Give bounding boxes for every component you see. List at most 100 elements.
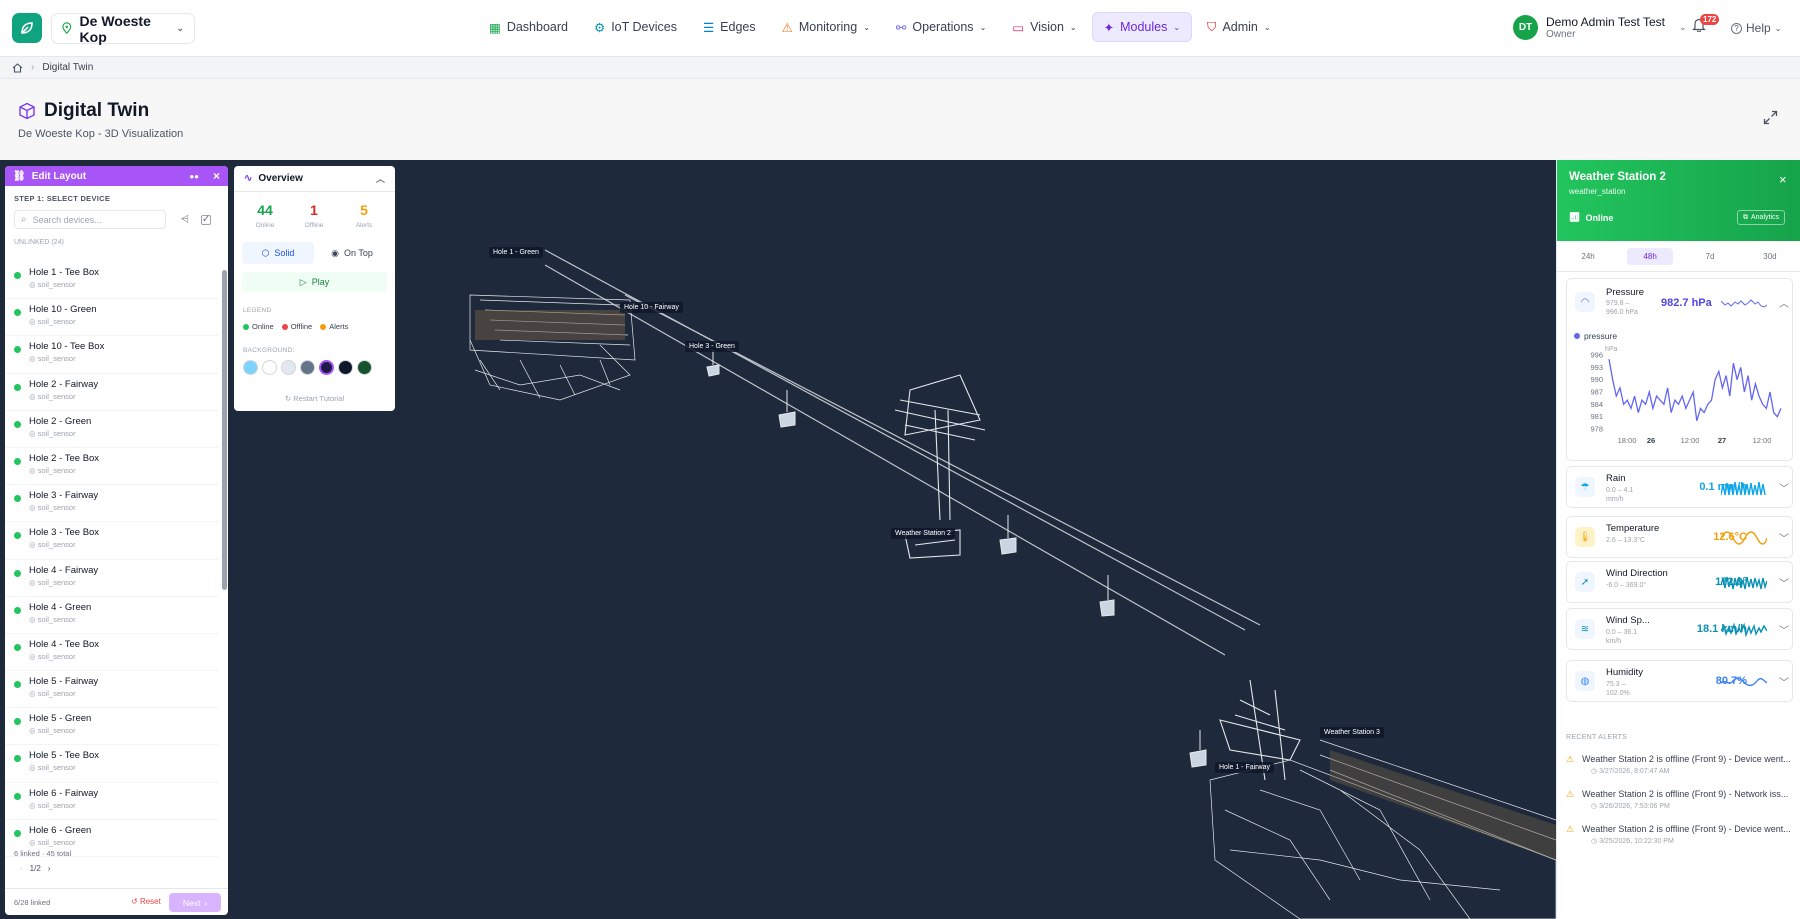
external-link-icon: ⧉ [1743,213,1748,221]
device-type: ◎ soil_sensor [29,652,219,661]
nav-dashboard[interactable]: ▦ Dashboard [478,12,579,42]
sensor-icon: ◎ [29,317,36,327]
chevron-down-icon[interactable]: ﹀ [1779,530,1789,545]
sensor-icon: ◎ [29,465,36,475]
chevron-down-icon[interactable]: ﹀ [1779,674,1789,689]
nav-modules[interactable]: ✦ Modules ⌄ [1091,12,1193,42]
scene-label[interactable]: Hole 1 - Fairway [1215,762,1274,773]
device-name: Hole 3 - Fairway [29,490,99,502]
pressure-card[interactable]: ◠ Pressure 979.8 – 996.0 hPa 982.7 hPa ︿… [1566,278,1793,461]
nav-edges[interactable]: ☰ Edges [692,12,767,42]
metric-card[interactable]: ◍ Humidity 75.3 – 102.0% 80.7% ﹀ [1566,660,1793,702]
expand-icon[interactable] [1763,110,1778,125]
close-icon[interactable]: × [213,169,220,183]
device-list-item[interactable]: Hole 3 - Fairway ◎ soil_sensor [5,485,219,523]
next-page-icon[interactable]: › [48,864,51,873]
site-selector[interactable]: De Woeste Kop ⌄ [51,13,195,45]
device-name: Hole 4 - Tee Box [29,638,100,650]
device-list-item[interactable]: Hole 10 - Tee Box ◎ soil_sensor [5,336,219,374]
chevron-up-icon[interactable]: ︿ [376,172,385,185]
background-swatch[interactable] [243,360,258,375]
x-tick-label: 12:00 [1681,436,1700,445]
metric-card[interactable]: 🌡︎ Temperature 2.6 – 13.3°C 12.6°C ﹀ [1566,516,1793,558]
device-detail-header: Weather Station 2 weather_station × 📶︎ On… [1557,160,1800,241]
background-swatch[interactable] [281,360,296,375]
device-list-item[interactable]: Hole 3 - Tee Box ◎ soil_sensor [5,522,219,560]
scene-label[interactable]: Hole 1 - Green [489,247,543,258]
sensor-icon: ◎ [29,837,36,847]
next-button[interactable]: Next › [169,893,221,912]
background-swatch[interactable] [262,360,277,375]
chevron-up-icon[interactable]: ︿ [1779,295,1789,310]
device-list-item[interactable]: Hole 2 - Green ◎ soil_sensor [5,411,219,448]
home-icon[interactable] [12,62,23,73]
tab-30d[interactable]: 30d [1747,248,1792,265]
device-list-item[interactable]: Hole 4 - Fairway ◎ soil_sensor [5,560,219,597]
device-list-item[interactable]: Hole 5 - Fairway ◎ soil_sensor [5,671,219,709]
device-list-item[interactable]: Hole 5 - Green ◎ soil_sensor [5,708,219,746]
background-swatch[interactable] [338,360,353,375]
device-type-label: soil_sensor [37,428,76,438]
status-dot-icon [14,718,21,726]
device-list-item[interactable]: Hole 1 - Tee Box ◎ soil_sensor [5,262,219,300]
device-name: Hole 6 - Fairway [29,787,99,799]
station-roof-2 [1330,750,1556,860]
device-list-item[interactable]: Hole 10 - Green ◎ soil_sensor [5,299,219,337]
device-name: Hole 2 - Fairway [29,378,99,390]
alert-dot-icon [320,323,327,330]
device-list-item[interactable]: Hole 2 - Tee Box ◎ soil_sensor [5,448,219,486]
select-all-icon[interactable]: ✓ [201,214,211,225]
overview-header[interactable]: ∿ Overview ︿ [234,166,395,192]
scene-label[interactable]: Hole 3 - Green [685,341,739,352]
tab-7d[interactable]: 7d [1690,248,1731,265]
background-swatch[interactable] [300,360,315,375]
nav-operations[interactable]: ⚯ Operations ⌄ [885,12,997,42]
restart-tutorial-button[interactable]: ↻ Restart Tutorial [234,394,395,403]
device-list-item[interactable]: Hole 4 - Tee Box ◎ soil_sensor [5,634,219,672]
alert-item[interactable]: ⚠ Weather Station 2 is offline (Front 9) … [1566,789,1793,810]
scrollbar-thumb[interactable] [222,270,227,590]
chevron-down-icon[interactable]: ﹀ [1779,480,1789,495]
metric-card[interactable]: ≋ Wind Sp... 0.0 – 36.1 km/h 18.1 km/h ﹀ [1566,608,1793,650]
scene-label[interactable]: Hole 10 - Fairway [620,302,683,313]
nav-vision[interactable]: ▭ Vision ⌄ [1001,12,1087,42]
background-swatch[interactable] [319,360,334,375]
alert-item[interactable]: ⚠ Weather Station 2 is offline (Front 9) … [1566,754,1793,775]
nav-iot-devices[interactable]: ⚙ IoT Devices [583,12,688,42]
background-swatch[interactable] [357,360,372,375]
device-list-item[interactable]: Hole 4 - Green ◎ soil_sensor [5,597,219,634]
nav-admin[interactable]: ⛉ Admin ⌄ [1196,12,1282,42]
chevron-down-icon[interactable]: ﹀ [1779,575,1789,590]
device-list-item[interactable]: Hole 2 - Fairway ◎ soil_sensor [5,374,219,411]
analytics-button[interactable]: ⧉ Analytics [1737,210,1786,225]
help-button[interactable]: ? Help ⌄ [1731,21,1781,35]
device-type-label: soil_sensor [37,726,76,736]
app-logo[interactable] [12,13,42,43]
close-icon[interactable]: × [1779,172,1787,187]
device-search-input[interactable]: ⌕ Search devices... [14,210,166,229]
nav-monitoring[interactable]: ⚠ Monitoring ⌄ [771,12,881,42]
alert-item[interactable]: ⚠ Weather Station 2 is offline (Front 9) … [1566,824,1793,845]
filter-icon[interactable]: ⩤ [181,214,189,225]
offline-dot-icon [281,323,288,330]
route-icon: ⚯ [895,20,907,35]
scene-label[interactable]: Weather Station 3 [1320,727,1384,738]
reset-button[interactable]: ↺ Reset [131,897,161,906]
tab-48h[interactable]: 48h [1627,247,1673,265]
metric-card[interactable]: ➚ Wind Direction -6.0 – 369.0° 172.0° ﹀ [1566,561,1793,603]
clock-icon: ◷ [1591,803,1598,810]
device-list-item[interactable]: Hole 5 - Tee Box ◎ soil_sensor [5,745,219,783]
on-top-mode-button[interactable]: ◉ On Top [316,242,388,264]
metric-card[interactable]: ☂ Rain 0.0 – 4.1 mm/h 0.1 mm/h ﹀ [1566,466,1793,508]
play-button[interactable]: ▷ Play [242,272,387,292]
chevron-down-icon[interactable]: ﹀ [1779,622,1789,637]
prev-page-icon[interactable]: ‹ [20,864,23,873]
scene-label[interactable]: Weather Station 2 [891,528,955,539]
solid-mode-button[interactable]: ⬡ Solid [242,242,314,264]
tab-24h[interactable]: 24h [1565,248,1610,265]
device-list-item[interactable]: Hole 6 - Fairway ◎ soil_sensor [5,783,219,820]
warning-icon: ⚠ [1566,754,1575,764]
cube-icon: ⬡ [261,247,270,258]
user-menu[interactable]: DT Demo Admin Test Test Owner ⌄ [1513,15,1687,40]
device-list-scrollbar[interactable] [221,262,228,858]
